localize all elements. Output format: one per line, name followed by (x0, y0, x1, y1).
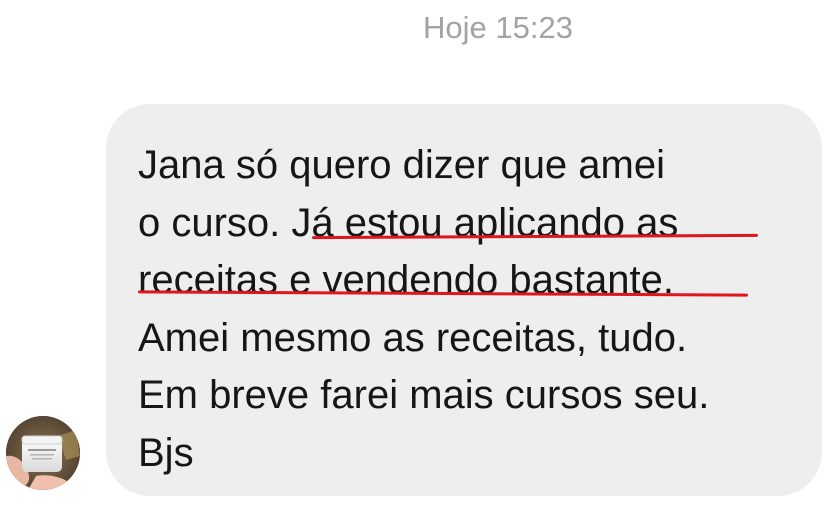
message-line-6: Bjs (138, 430, 194, 475)
avatar-photo-icon (6, 416, 80, 490)
message-line-3: receitas e vendendo bastante. (138, 258, 674, 302)
message-line-2: o curso. Já estou aplicando as (138, 200, 679, 245)
message-line-4: Amei mesmo as receitas, tudo. (138, 315, 688, 360)
sender-avatar[interactable] (6, 416, 80, 490)
message-line-5: Em breve farei mais cursos seu. (138, 373, 710, 417)
timestamp: Hoje 15:23 (423, 10, 573, 45)
message-text: Jana só quero dizer que amei o curso. Já… (138, 137, 818, 482)
message-line-1: Jana só quero dizer que amei (138, 143, 665, 187)
